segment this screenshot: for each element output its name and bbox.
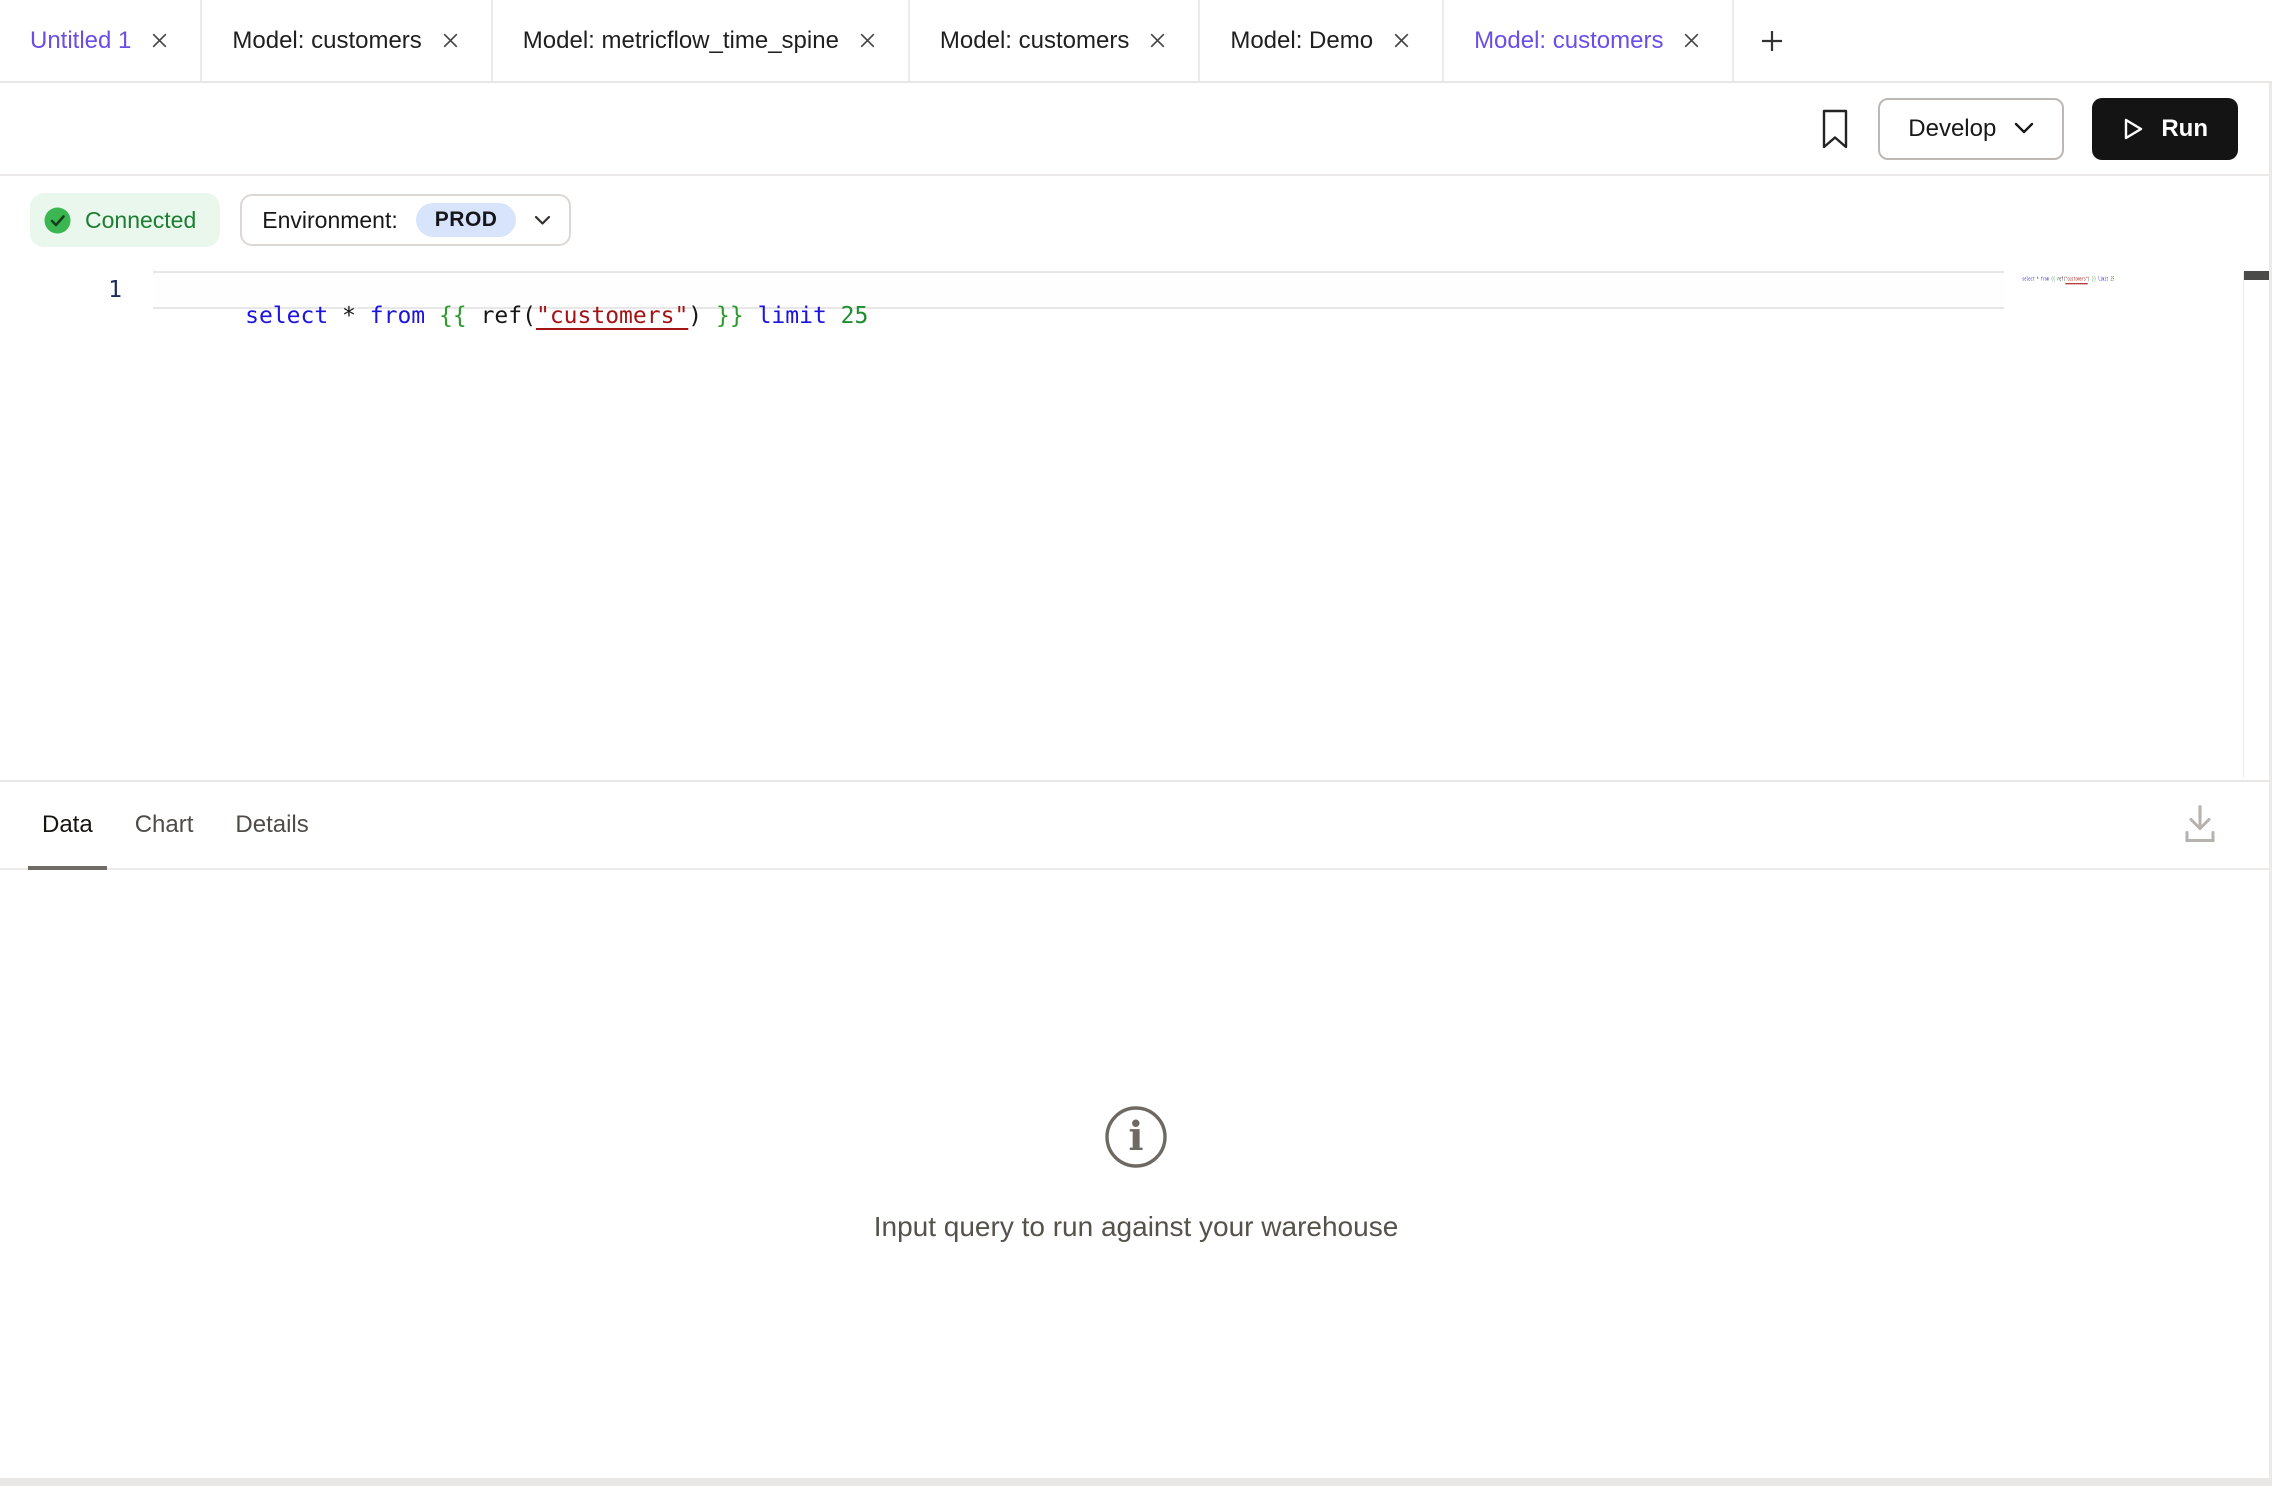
download-icon bbox=[2182, 802, 2218, 846]
plus-icon bbox=[1758, 27, 1786, 55]
code-editor[interactable]: 1 select * from {{ ref("customers") }} l… bbox=[0, 250, 2272, 778]
editor-tab[interactable]: Model: customers bbox=[202, 0, 492, 81]
close-icon[interactable] bbox=[1681, 30, 1702, 51]
editor-tab[interactable]: Model: metricflow_time_spine bbox=[493, 0, 910, 81]
code-token: * bbox=[342, 303, 356, 329]
results-tab-label: Details bbox=[235, 811, 308, 839]
run-label: Run bbox=[2161, 115, 2208, 143]
close-icon[interactable] bbox=[440, 30, 461, 51]
download-button[interactable] bbox=[2182, 802, 2218, 849]
editor-tab[interactable]: Untitled 1 bbox=[0, 0, 202, 81]
editor-tab[interactable]: Model: Demo bbox=[1200, 0, 1444, 81]
code-token bbox=[425, 303, 439, 329]
dbt-ide-window: Untitled 1 Model: customers Model: metri… bbox=[0, 0, 2272, 1486]
code-token: ) bbox=[688, 303, 716, 329]
code-token bbox=[744, 303, 758, 329]
editor-tab[interactable]: Model: customers bbox=[1444, 0, 1734, 81]
environment-label: Environment: bbox=[262, 207, 398, 234]
close-icon[interactable] bbox=[1391, 30, 1412, 51]
info-icon: i bbox=[1104, 1105, 1168, 1169]
check-icon bbox=[44, 207, 71, 234]
editor-tab[interactable]: Model: customers bbox=[910, 0, 1200, 81]
code-token bbox=[827, 303, 841, 329]
minimap-token: 25 bbox=[2110, 276, 2114, 282]
develop-label: Develop bbox=[1908, 115, 1996, 143]
tab-label: Untitled 1 bbox=[30, 27, 131, 55]
toolbar: Develop Run bbox=[0, 83, 2272, 176]
bookmark-button[interactable] bbox=[1820, 108, 1850, 150]
empty-state-message: Input query to run against your warehous… bbox=[874, 1211, 1399, 1243]
tab-label: Model: customers bbox=[1474, 27, 1663, 55]
code-token: from bbox=[370, 303, 425, 329]
code-token: {{ bbox=[439, 303, 467, 329]
minimap-token: select bbox=[2022, 276, 2034, 282]
results-tab[interactable]: Data bbox=[28, 782, 107, 868]
editor-scrollbar-thumb[interactable] bbox=[2244, 271, 2272, 280]
environment-value-badge: PROD bbox=[416, 203, 517, 237]
svg-text:i: i bbox=[1128, 1113, 1143, 1160]
code-token: "customers" bbox=[536, 303, 688, 329]
connection-status-label: Connected bbox=[85, 207, 196, 234]
tab-label: Model: customers bbox=[232, 27, 421, 55]
results-tab[interactable]: Chart bbox=[121, 782, 208, 868]
bottom-bar bbox=[0, 1478, 2272, 1486]
bookmark-icon bbox=[1820, 108, 1850, 150]
connection-status-badge: Connected bbox=[30, 193, 220, 247]
code-token: }} bbox=[716, 303, 744, 329]
tab-label: Model: metricflow_time_spine bbox=[523, 27, 839, 55]
minimap-token: from bbox=[2041, 276, 2049, 282]
tab-label: Model: customers bbox=[940, 27, 1129, 55]
minimap-token: ref( bbox=[2055, 276, 2065, 282]
minimap-token: "customers" bbox=[2065, 276, 2088, 282]
close-icon[interactable] bbox=[149, 30, 170, 51]
minimap[interactable]: select * from {{ ref("customers") }} lim… bbox=[2010, 270, 2114, 288]
play-icon bbox=[2122, 117, 2144, 141]
results-panel: Data Chart Details bbox=[0, 780, 2272, 1478]
code-token bbox=[328, 303, 342, 329]
chevron-down-icon bbox=[534, 215, 551, 226]
close-icon[interactable] bbox=[857, 30, 878, 51]
results-tab-label: Chart bbox=[135, 811, 194, 839]
chevron-down-icon bbox=[2014, 122, 2034, 135]
editor-scrollbar-track bbox=[2243, 272, 2244, 778]
code-token bbox=[356, 303, 370, 329]
code-token: limit bbox=[758, 303, 827, 329]
results-empty-state: i Input query to run against your wareho… bbox=[0, 870, 2272, 1478]
status-row: Connected Environment: PROD bbox=[30, 192, 571, 248]
results-tabs: Data Chart Details bbox=[28, 782, 323, 868]
run-button[interactable]: Run bbox=[2092, 98, 2238, 160]
code-token: ref( bbox=[467, 303, 536, 329]
develop-button[interactable]: Develop bbox=[1878, 98, 2064, 160]
code-token: 25 bbox=[841, 303, 869, 329]
code-token: select bbox=[245, 303, 328, 329]
results-tab-label: Data bbox=[42, 811, 93, 839]
environment-selector[interactable]: Environment: PROD bbox=[240, 194, 571, 246]
new-tab-button[interactable] bbox=[1734, 0, 1810, 81]
minimap-token: limit bbox=[2098, 276, 2108, 282]
line-number: 1 bbox=[84, 277, 122, 303]
code-line: select * from {{ ref("customers") }} lim… bbox=[162, 277, 868, 355]
results-panel-header: Data Chart Details bbox=[0, 782, 2272, 870]
tab-bar: Untitled 1 Model: customers Model: metri… bbox=[0, 0, 2272, 83]
tabs-container: Untitled 1 Model: customers Model: metri… bbox=[0, 0, 1734, 81]
results-tab[interactable]: Details bbox=[221, 782, 322, 868]
close-icon[interactable] bbox=[1147, 30, 1168, 51]
tab-label: Model: Demo bbox=[1230, 27, 1373, 55]
